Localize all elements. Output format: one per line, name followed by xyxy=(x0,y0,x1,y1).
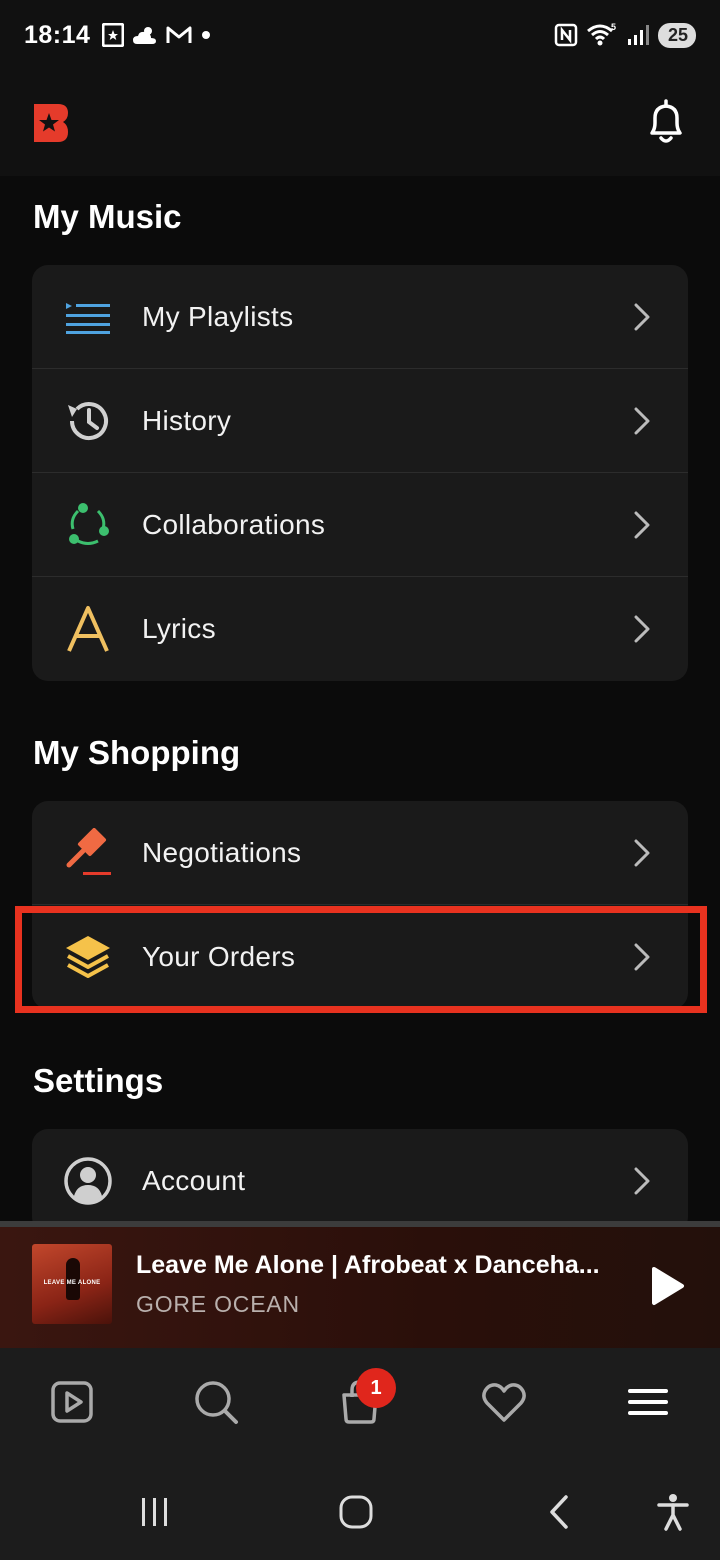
playlist-icon xyxy=(62,291,114,343)
search-icon[interactable] xyxy=(190,1376,242,1428)
section-title-my-music: My Music xyxy=(33,198,182,235)
bell-icon[interactable] xyxy=(644,99,688,147)
menu-item-label: Lyrics xyxy=(142,613,216,644)
track-title: Leave Me Alone | Afrobeat x Danceha... xyxy=(136,1251,600,1279)
menu-item-negotiations[interactable]: Negotiations xyxy=(32,801,688,905)
back-icon[interactable] xyxy=(537,1490,581,1534)
menu-item-lyrics[interactable]: Lyrics xyxy=(32,577,688,681)
status-system-icons: 5 25 xyxy=(554,22,696,48)
lyrics-icon xyxy=(62,603,114,655)
battery-level: 25 xyxy=(667,24,688,45)
accessibility-icon[interactable] xyxy=(651,1490,695,1534)
app-logo[interactable] xyxy=(32,102,70,144)
menu-item-label: Your Orders xyxy=(142,941,296,972)
status-bar: 18:14 5 25 xyxy=(0,0,720,70)
menu-item-label: Collaborations xyxy=(142,508,326,540)
menu-item-label: Account xyxy=(142,1165,246,1196)
menu-item-collaborations[interactable]: Collaborations xyxy=(32,473,688,577)
menu-item-label: My Playlists xyxy=(142,300,294,332)
album-art-text: LEAVE ME ALONE xyxy=(43,1280,101,1286)
chevron-right-icon xyxy=(634,615,650,643)
menu-icon[interactable] xyxy=(622,1376,674,1428)
layers-icon xyxy=(62,931,114,983)
dot-icon xyxy=(202,31,211,39)
section-title-my-shopping: My Shopping xyxy=(33,734,241,771)
signal-icon xyxy=(627,25,649,45)
chevron-right-icon xyxy=(634,407,650,434)
b-app-icon xyxy=(102,23,125,47)
chevron-right-icon xyxy=(634,303,650,330)
recents-icon[interactable] xyxy=(133,1490,177,1534)
status-notification-icons xyxy=(102,23,212,47)
system-nav xyxy=(0,1460,720,1560)
home-icon[interactable] xyxy=(334,1490,378,1534)
gavel-icon xyxy=(62,827,114,879)
chevron-right-icon xyxy=(634,1167,650,1195)
mini-player[interactable]: LEAVE ME ALONE Leave Me Alone | Afrobeat… xyxy=(0,1221,720,1348)
bottom-nav: 1 xyxy=(0,1348,720,1460)
status-time: 18:14 xyxy=(24,20,91,49)
battery-icon: 25 xyxy=(657,22,696,48)
my-music-card: My Playlists History Collaborations Lyri… xyxy=(32,265,688,681)
chevron-right-icon xyxy=(634,511,650,538)
play-button[interactable] xyxy=(646,1265,686,1307)
menu-item-account[interactable]: Account xyxy=(32,1129,688,1221)
settings-card: Account xyxy=(32,1129,688,1221)
wifi-icon: 5 xyxy=(587,22,616,46)
history-icon xyxy=(62,395,114,447)
video-icon[interactable] xyxy=(46,1376,98,1428)
track-artist: GORE OCEAN xyxy=(136,1291,300,1317)
app-header xyxy=(0,70,720,176)
nfc-icon xyxy=(554,23,578,47)
gmail-icon xyxy=(166,26,192,43)
heart-icon[interactable] xyxy=(478,1376,530,1428)
album-figure xyxy=(66,1258,80,1300)
menu-item-label: Negotiations xyxy=(142,836,302,868)
menu-item-your-orders[interactable]: Your Orders xyxy=(32,905,688,1009)
section-title-settings: Settings xyxy=(33,1062,164,1099)
chevron-right-icon xyxy=(634,943,650,971)
cart-badge: 1 xyxy=(356,1368,396,1408)
album-art: LEAVE ME ALONE xyxy=(32,1244,112,1324)
menu-item-history[interactable]: History xyxy=(32,369,688,473)
menu-content[interactable]: My Music My Playlists History Collaborat… xyxy=(0,176,720,1221)
my-shopping-card: Negotiations Your Orders xyxy=(32,801,688,1009)
account-icon xyxy=(62,1155,114,1207)
menu-item-label: History xyxy=(142,404,232,436)
menu-item-my-playlists[interactable]: My Playlists xyxy=(32,265,688,369)
weather-icon xyxy=(133,27,157,44)
collaboration-icon xyxy=(62,499,114,551)
svg-text:5: 5 xyxy=(611,22,616,32)
chevron-right-icon xyxy=(634,839,650,866)
